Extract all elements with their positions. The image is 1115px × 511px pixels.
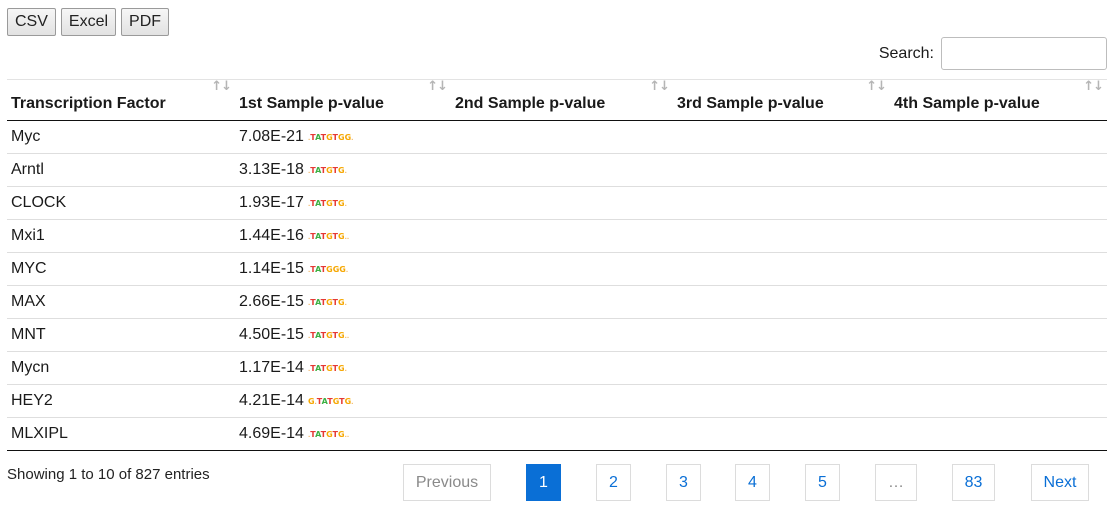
table-row: Myc 7.08E-21 .TATGTGG. [7, 120, 1107, 154]
transcription-factor-cell: MAX [7, 285, 235, 319]
table-row: Mycn 1.17E-14 .TATGTG. [7, 351, 1107, 385]
sample1-pvalue-cell: 4.69E-14 .TATGTG.. [235, 417, 451, 451]
motif-logo-icon: .TATGTG.. [307, 430, 350, 440]
table-row: MYC 1.14E-15 .TATGGG. [7, 252, 1107, 286]
transcription-factor-cell: CLOCK [7, 186, 235, 220]
motif-logo-icon: .TATGTG.. [307, 232, 350, 242]
column-header-sample2-pvalue[interactable]: 2nd Sample p-value ↑↓ [451, 79, 673, 121]
export-pdf-button[interactable]: PDF [121, 8, 170, 36]
column-header-sample1-pvalue[interactable]: 1st Sample p-value ↑↓ [235, 79, 451, 121]
page-button-1[interactable]: 1 [526, 464, 561, 501]
page-ellipsis: … [875, 464, 917, 501]
page-button-3[interactable]: 3 [666, 464, 701, 501]
sample4-pvalue-cell [890, 120, 1107, 154]
sample4-pvalue-cell [890, 351, 1107, 385]
table-row: Arntl 3.13E-18 .TATGTG. [7, 153, 1107, 187]
table-row: MLXIPL 4.69E-14 .TATGTG.. [7, 417, 1107, 451]
page-button-2[interactable]: 2 [596, 464, 631, 501]
column-header-sample3-pvalue[interactable]: 3rd Sample p-value ↑↓ [673, 79, 890, 121]
sample4-pvalue-cell [890, 252, 1107, 286]
sample2-pvalue-cell [451, 285, 673, 319]
column-header-sample4-pvalue[interactable]: 4th Sample p-value ↑↓ [890, 79, 1107, 121]
transcription-factor-cell: MYC [7, 252, 235, 286]
sample3-pvalue-cell [673, 285, 890, 319]
sample1-pvalue-cell: 2.66E-15 .TATGTG. [235, 285, 451, 319]
page-button-5[interactable]: 5 [805, 464, 840, 501]
sample2-pvalue-cell [451, 384, 673, 418]
sample2-pvalue-cell [451, 318, 673, 352]
table-header-row: Transcription Factor ↑↓ 1st Sample p-valu… [7, 79, 1107, 121]
export-toolbar: CSV Excel PDF [7, 8, 170, 36]
transcription-factor-cell: MLXIPL [7, 417, 235, 451]
motif-logo-icon: .TATGTG. [307, 364, 347, 374]
sample1-pvalue-cell: 1.14E-15 .TATGGG. [235, 252, 451, 286]
sample3-pvalue-cell [673, 417, 890, 451]
sample4-pvalue-cell [890, 318, 1107, 352]
sample2-pvalue-cell [451, 252, 673, 286]
sample1-pvalue-cell: 7.08E-21 .TATGTGG. [235, 120, 451, 154]
transcription-factor-cell: Mxi1 [7, 219, 235, 253]
sort-icon: ↑↓ [1083, 79, 1104, 94]
sample3-pvalue-cell [673, 318, 890, 352]
sort-icon: ↑↓ [427, 79, 448, 94]
export-csv-button[interactable]: CSV [7, 8, 56, 36]
transcription-factor-cell: Mycn [7, 351, 235, 385]
sample3-pvalue-cell [673, 351, 890, 385]
sort-icon: ↑↓ [866, 79, 887, 94]
sample3-pvalue-cell [673, 186, 890, 220]
motif-logo-icon: G.TATGTG. [307, 397, 354, 407]
sort-icon: ↑↓ [649, 79, 670, 94]
sample4-pvalue-cell [890, 219, 1107, 253]
sample2-pvalue-cell [451, 186, 673, 220]
sample2-pvalue-cell [451, 417, 673, 451]
previous-page-button[interactable]: Previous [403, 464, 491, 501]
motif-logo-icon: .TATGGG. [307, 265, 349, 275]
sample1-pvalue-cell: 1.17E-14 .TATGTG. [235, 351, 451, 385]
motif-logo-icon: .TATGTGG. [307, 133, 354, 143]
table-row: CLOCK 1.93E-17 .TATGTG. [7, 186, 1107, 220]
sample4-pvalue-cell [890, 384, 1107, 418]
column-header-transcription-factor[interactable]: Transcription Factor ↑↓ [7, 79, 235, 121]
sample4-pvalue-cell [890, 285, 1107, 319]
search-input[interactable] [941, 37, 1107, 70]
search-area: Search: [879, 37, 1107, 70]
sample1-pvalue-cell: 4.50E-15 .TATGTG.. [235, 318, 451, 352]
sample2-pvalue-cell [451, 351, 673, 385]
sample2-pvalue-cell [451, 219, 673, 253]
sample2-pvalue-cell [451, 153, 673, 187]
results-table: Transcription Factor ↑↓ 1st Sample p-valu… [7, 79, 1107, 451]
transcription-factor-cell: Myc [7, 120, 235, 154]
transcription-factor-cell: Arntl [7, 153, 235, 187]
page-button-83[interactable]: 83 [952, 464, 995, 501]
next-page-button[interactable]: Next [1031, 464, 1089, 501]
sort-icon: ↑↓ [211, 79, 232, 94]
sample3-pvalue-cell [673, 384, 890, 418]
table-row: MAX 2.66E-15 .TATGTG. [7, 285, 1107, 319]
sample1-pvalue-cell: 3.13E-18 .TATGTG. [235, 153, 451, 187]
transcription-factor-cell: HEY2 [7, 384, 235, 418]
motif-logo-icon: .TATGTG.. [307, 331, 350, 341]
table-row: HEY2 4.21E-14 G.TATGTG. [7, 384, 1107, 418]
sample4-pvalue-cell [890, 153, 1107, 187]
sample3-pvalue-cell [673, 120, 890, 154]
sample3-pvalue-cell [673, 153, 890, 187]
export-excel-button[interactable]: Excel [60, 8, 117, 36]
sample1-pvalue-cell: 1.44E-16 .TATGTG.. [235, 219, 451, 253]
motif-logo-icon: .TATGTG. [307, 166, 347, 176]
table-row: Mxi1 1.44E-16 .TATGTG.. [7, 219, 1107, 253]
sample2-pvalue-cell [451, 120, 673, 154]
transcription-factor-cell: MNT [7, 318, 235, 352]
motif-logo-icon: .TATGTG. [307, 298, 347, 308]
sample4-pvalue-cell [890, 186, 1107, 220]
sample1-pvalue-cell: 1.93E-17 .TATGTG. [235, 186, 451, 220]
page-button-4[interactable]: 4 [735, 464, 770, 501]
sample3-pvalue-cell [673, 252, 890, 286]
table-info: Showing 1 to 10 of 827 entries [7, 466, 210, 483]
sample1-pvalue-cell: 4.21E-14 G.TATGTG. [235, 384, 451, 418]
motif-logo-icon: .TATGTG. [307, 199, 347, 209]
table-row: MNT 4.50E-15 .TATGTG.. [7, 318, 1107, 352]
search-label: Search: [878, 44, 934, 62]
sample4-pvalue-cell [890, 417, 1107, 451]
sample3-pvalue-cell [673, 219, 890, 253]
